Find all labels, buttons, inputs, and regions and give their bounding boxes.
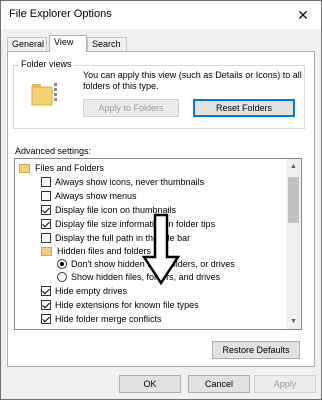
scroll-up-arrow-icon[interactable]: ▲ xyxy=(286,159,301,174)
tree-folder-hidden-files[interactable]: Hidden files and folders xyxy=(41,245,151,257)
option-label: Always show menus xyxy=(55,191,137,201)
tab-search[interactable]: Search xyxy=(87,37,127,51)
tab-view[interactable]: View xyxy=(49,35,87,52)
scrollbar-thumb[interactable] xyxy=(288,177,299,223)
option-label: Hide folder merge conflicts xyxy=(55,314,162,324)
folder-icon xyxy=(19,163,30,173)
checkbox-checked[interactable] xyxy=(41,300,51,310)
folder-views-icon xyxy=(31,83,57,106)
checkbox-checked[interactable] xyxy=(41,286,51,296)
checkbox-checked[interactable] xyxy=(41,205,51,215)
option-label: Hide extensions for known file types xyxy=(55,300,199,310)
option-always-show-icons[interactable]: Always show icons, never thumbnails xyxy=(41,176,204,188)
window-title: File Explorer Options xyxy=(9,8,112,20)
option-display-file-size[interactable]: Display file size information in folder … xyxy=(41,218,215,230)
cancel-button[interactable]: Cancel xyxy=(188,375,250,393)
checkbox[interactable] xyxy=(41,177,51,187)
checkbox[interactable] xyxy=(41,191,51,201)
vertical-scrollbar[interactable]: ▲ ▼ xyxy=(286,159,301,329)
radio-button[interactable] xyxy=(57,272,67,282)
option-hide-empty-drives[interactable]: Hide empty drives xyxy=(41,285,127,297)
checkbox-checked[interactable] xyxy=(41,314,51,324)
title-bar: File Explorer Options ✕ xyxy=(1,1,321,29)
reset-folders-button[interactable]: Reset Folders xyxy=(193,99,295,117)
tab-general[interactable]: General xyxy=(7,37,47,51)
scroll-down-arrow-icon[interactable]: ▼ xyxy=(286,314,301,329)
ok-button[interactable]: OK xyxy=(119,375,181,393)
apply-to-folders-button[interactable]: Apply to Folders xyxy=(83,99,179,117)
option-label: Display file size information in folder … xyxy=(55,219,216,229)
down-arrow-annotation-icon xyxy=(141,213,181,285)
option-hide-merge-conflicts[interactable]: Hide folder merge conflicts xyxy=(41,313,162,325)
option-hide-extensions[interactable]: Hide extensions for known file types xyxy=(41,299,199,311)
option-show-hidden[interactable]: Show hidden files, folders, and drives xyxy=(57,271,220,283)
radio-button-selected[interactable] xyxy=(57,259,67,269)
checkbox[interactable] xyxy=(41,233,51,243)
option-label: Always show icons, never thumbnails xyxy=(55,177,205,187)
folder-icon xyxy=(41,246,52,256)
tree-folder-files-and-folders[interactable]: Files and Folders xyxy=(19,162,104,174)
tree-item-label: Hidden files and folders xyxy=(57,246,152,256)
option-always-show-menus[interactable]: Always show menus xyxy=(41,190,137,202)
folder-views-label: Folder views xyxy=(19,59,74,69)
file-explorer-options-dialog: File Explorer Options ✕ General View Sea… xyxy=(0,0,322,400)
tree-item-label: Files and Folders xyxy=(35,163,105,173)
folder-views-description: You can apply this view (such as Details… xyxy=(83,70,302,91)
restore-defaults-button[interactable]: Restore Defaults xyxy=(212,341,300,359)
apply-button[interactable]: Apply xyxy=(254,375,316,393)
close-button[interactable]: ✕ xyxy=(285,1,321,29)
option-label: Hide empty drives xyxy=(55,286,128,296)
advanced-settings-label: Advanced settings: xyxy=(15,146,92,156)
checkbox-checked[interactable] xyxy=(41,219,51,229)
